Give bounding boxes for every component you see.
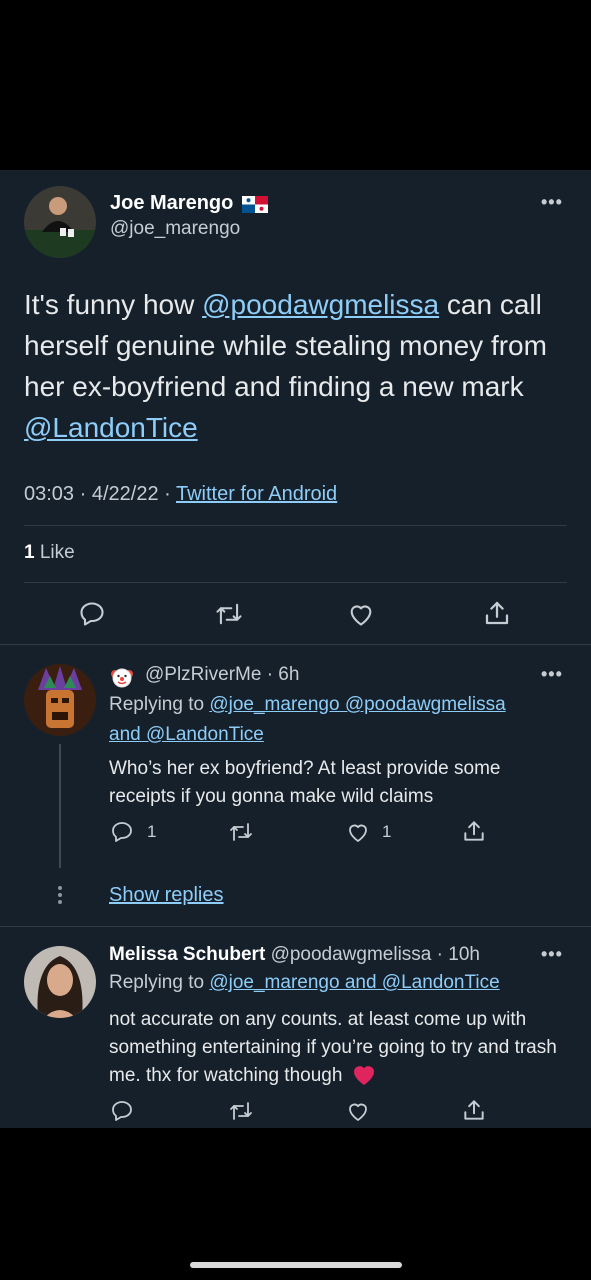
replying-prefix: Replying to [109,972,205,993]
reply-text-body: not accurate on any counts. at least com… [109,1009,557,1086]
home-indicator[interactable] [190,1262,402,1268]
author-handle[interactable]: @joe_marengo [110,218,240,240]
like-count: 1 [382,822,392,841]
reply-icon[interactable] [110,820,134,844]
divider [24,525,567,526]
reply-text: not accurate on any counts. at least com… [109,1006,574,1090]
tweet-date: 4/22/22 [91,483,159,505]
like-icon[interactable] [345,820,371,844]
avatar-joe-marengo[interactable] [24,186,96,258]
tweet-time: 03:03 [24,483,75,505]
retweet-icon[interactable] [228,1099,254,1123]
reply-icon[interactable] [110,1099,134,1123]
tweet-thread: Joe Marengo @joe_marengo ••• It's funny … [0,170,591,1128]
avatar-plzriverme[interactable] [24,664,96,736]
heart-emoji-icon [352,1064,376,1086]
tweet-source-link[interactable]: Twitter for Android [176,483,337,505]
avatar-melissa-schubert[interactable] [24,946,96,1018]
like-icon[interactable] [345,1099,371,1123]
replying-targets[interactable]: and @LandonTice [109,724,264,745]
author-name[interactable]: Joe Marengo [110,192,233,215]
retweet-icon[interactable] [214,600,244,628]
replying-to: Replying to @joe_marengo @poodawgmelissa… [109,690,559,750]
reply-handle[interactable]: @PlzRiverMe [145,664,261,685]
reply-handle[interactable]: @poodawgmelissa [271,944,432,965]
divider [24,582,567,583]
reply-time: · 10h [436,944,480,965]
show-replies-link[interactable]: Show replies [109,884,224,907]
reply-count: 1 [147,822,157,841]
divider [0,926,591,927]
vertical-dots-icon [57,886,63,904]
likes-count[interactable]: 1 Like [24,542,75,564]
share-icon[interactable] [461,818,487,844]
share-icon[interactable] [461,1097,487,1123]
tweet-text: It's funny how @poodawgmelissa can call … [24,284,554,448]
reply-author-name[interactable]: Melissa Schubert [109,944,265,965]
divider [0,644,591,645]
reply-icon[interactable] [78,600,106,628]
more-icon[interactable]: ••• [541,664,563,685]
clown-emoji-icon [110,665,134,689]
reply-author-line: Melissa Schubert @poodawgmelissa · 10h [109,944,480,966]
likes-number: 1 [24,542,35,563]
reply-time: · 6h [266,664,300,685]
tweet-text-part: It's funny how [24,289,203,320]
thread-line [59,744,61,868]
replying-targets[interactable]: @joe_marengo @poodawgmelissa [209,694,505,715]
tweet-meta: 03:03 · 4/22/22 · Twitter for Android [24,483,338,505]
share-icon[interactable] [482,598,512,628]
more-icon[interactable]: ••• [541,192,563,213]
mention-link[interactable]: @poodawgmelissa [202,289,439,320]
replying-targets[interactable]: @joe_marengo and @LandonTice [209,972,499,993]
reply-handle-line: @PlzRiverMe · 6h [145,664,299,686]
like-icon[interactable] [346,600,376,628]
replying-prefix: Replying to [109,694,205,715]
replying-to: Replying to @joe_marengo and @LandonTice [109,972,569,994]
flag-panama-icon [242,196,268,213]
mention-link[interactable]: @LandonTice [24,412,198,443]
reply-text: Who’s her ex boyfriend? At least provide… [109,758,501,807]
more-icon[interactable]: ••• [541,944,563,965]
likes-label: Like [39,542,75,563]
retweet-icon[interactable] [228,820,254,844]
